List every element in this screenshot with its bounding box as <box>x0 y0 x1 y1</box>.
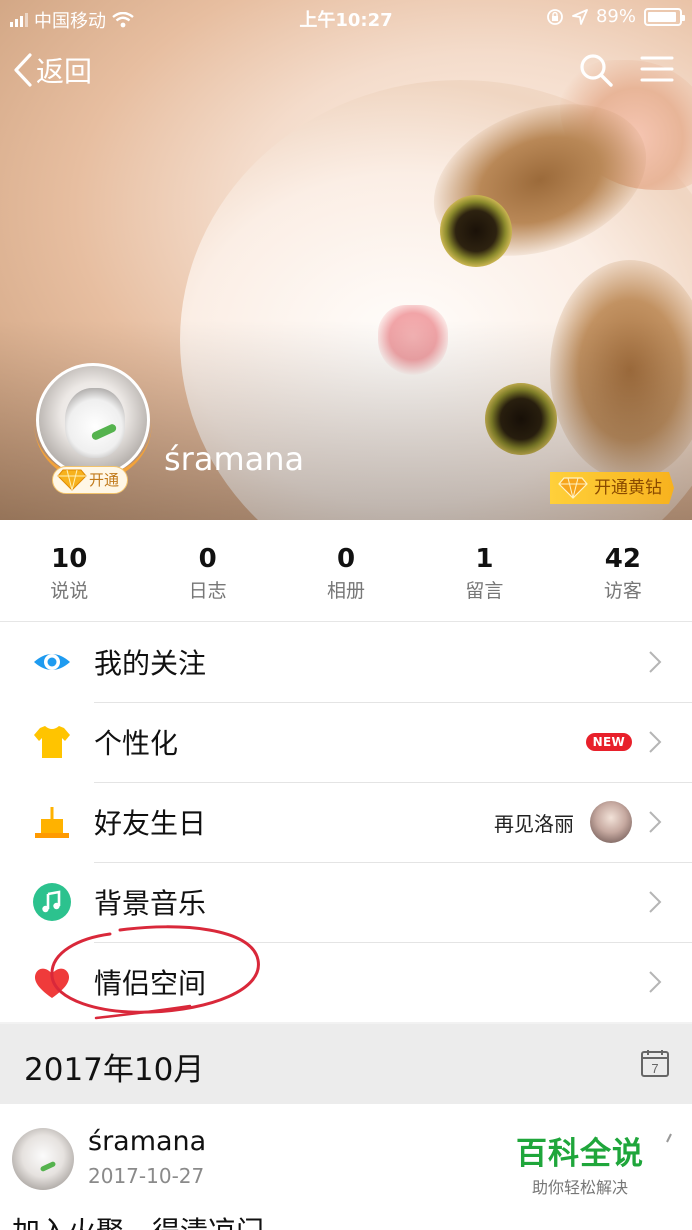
stats-row: 10 说说 0 日志 0 相册 1 留言 42 访客 <box>0 520 692 622</box>
search-icon[interactable] <box>578 52 614 88</box>
nav-bar: 返回 <box>0 44 692 98</box>
heart-icon <box>34 968 70 998</box>
stat-value: 42 <box>604 544 641 574</box>
stat-label: 访客 <box>603 580 642 602</box>
watermark-title: 百科全说 <box>516 1136 644 1172</box>
battery-percent: 89% <box>595 6 636 27</box>
open-badge-label: 开通 <box>89 471 120 489</box>
menu-label: 我的关注 <box>94 647 207 680</box>
menu-item-friend-birthday[interactable]: 好友生日 再见洛丽 <box>0 782 692 862</box>
diamond-icon <box>57 469 87 491</box>
stat-visitors[interactable]: 42 访客 <box>554 520 692 621</box>
cat-eye <box>485 383 557 455</box>
stat-label: 相册 <box>327 580 366 602</box>
menu-icon[interactable] <box>640 52 674 86</box>
cat-fur-marking-lower <box>550 260 692 480</box>
location-icon <box>572 8 588 25</box>
stat-label: 日志 <box>188 580 227 602</box>
back-button[interactable]: 返回 <box>12 50 92 90</box>
chevron-right-icon <box>649 891 662 913</box>
calendar-icon[interactable]: 7 <box>640 1048 670 1078</box>
yellow-diamond-label: 开通黄钻 <box>594 478 662 498</box>
diamond-icon <box>558 477 588 499</box>
stat-value: 1 <box>475 544 494 574</box>
post-author-name[interactable]: śramana <box>88 1126 206 1157</box>
watermark-subtitle: 助你轻松解决 <box>531 1178 628 1197</box>
stat-posts[interactable]: 10 说说 <box>0 520 138 621</box>
menu-item-personalize[interactable]: 个性化 NEW <box>0 702 692 782</box>
tshirt-icon <box>34 726 70 758</box>
stat-value: 0 <box>198 544 217 574</box>
music-icon <box>33 883 71 921</box>
post-date: 2017-10-27 <box>88 1164 205 1188</box>
stat-label: 说说 <box>50 580 89 602</box>
stat-albums[interactable]: 0 相册 <box>277 520 415 621</box>
menu-item-following[interactable]: 我的关注 <box>0 622 692 702</box>
stat-messages[interactable]: 1 留言 <box>415 520 553 621</box>
menu-item-background-music[interactable]: 背景音乐 <box>0 862 692 942</box>
chevron-right-icon <box>649 811 662 833</box>
more-options-icon[interactable] <box>666 1132 672 1156</box>
chevron-left-icon <box>14 53 32 87</box>
post-text: 加入火聚，得清凉门 <box>12 1210 264 1230</box>
menu-label: 情侣空间 <box>94 967 207 1000</box>
menu-label: 背景音乐 <box>94 887 207 920</box>
open-vip-badge[interactable]: 开通 <box>52 466 129 494</box>
stat-blogs[interactable]: 0 日志 <box>138 520 276 621</box>
stat-label: 留言 <box>465 580 504 602</box>
stat-value: 10 <box>51 544 88 574</box>
new-badge: NEW <box>585 733 632 751</box>
cake-icon <box>35 807 69 838</box>
status-bar: 中国移动 上午10:27 89% <box>0 0 692 36</box>
chevron-right-icon <box>649 731 662 753</box>
feed-date-header: 2017年10月 7 <box>0 1024 692 1104</box>
back-label: 返回 <box>36 55 93 88</box>
battery-icon <box>644 7 685 26</box>
stat-value: 0 <box>336 544 356 574</box>
birthday-friend-name: 再见洛丽 <box>494 811 574 836</box>
eye-icon <box>34 654 70 670</box>
profile-username: śramana <box>164 440 305 478</box>
yellow-diamond-button[interactable]: 开通黄钻 <box>550 472 674 504</box>
avatar[interactable] <box>34 363 152 481</box>
calendar-day: 7 <box>651 1061 658 1076</box>
feature-menu: 我的关注 个性化 NEW 好友生日 再见洛丽 背景音乐 情侣空间 <box>0 622 692 1022</box>
month-label: 2017年10月 <box>24 1052 205 1088</box>
menu-item-couple-space[interactable]: 情侣空间 <box>0 942 692 1022</box>
friend-avatar <box>590 801 632 843</box>
chevron-right-icon <box>649 971 662 993</box>
cat-eye <box>440 195 512 267</box>
watermark: 百科全说 助你轻松解决 <box>516 1136 644 1198</box>
cat-nose <box>378 305 448 375</box>
chevron-right-icon <box>649 651 662 673</box>
rotation-lock-icon <box>547 8 563 25</box>
menu-label: 好友生日 <box>94 807 207 840</box>
menu-label: 个性化 <box>94 727 179 760</box>
post-author-avatar[interactable] <box>12 1128 74 1190</box>
